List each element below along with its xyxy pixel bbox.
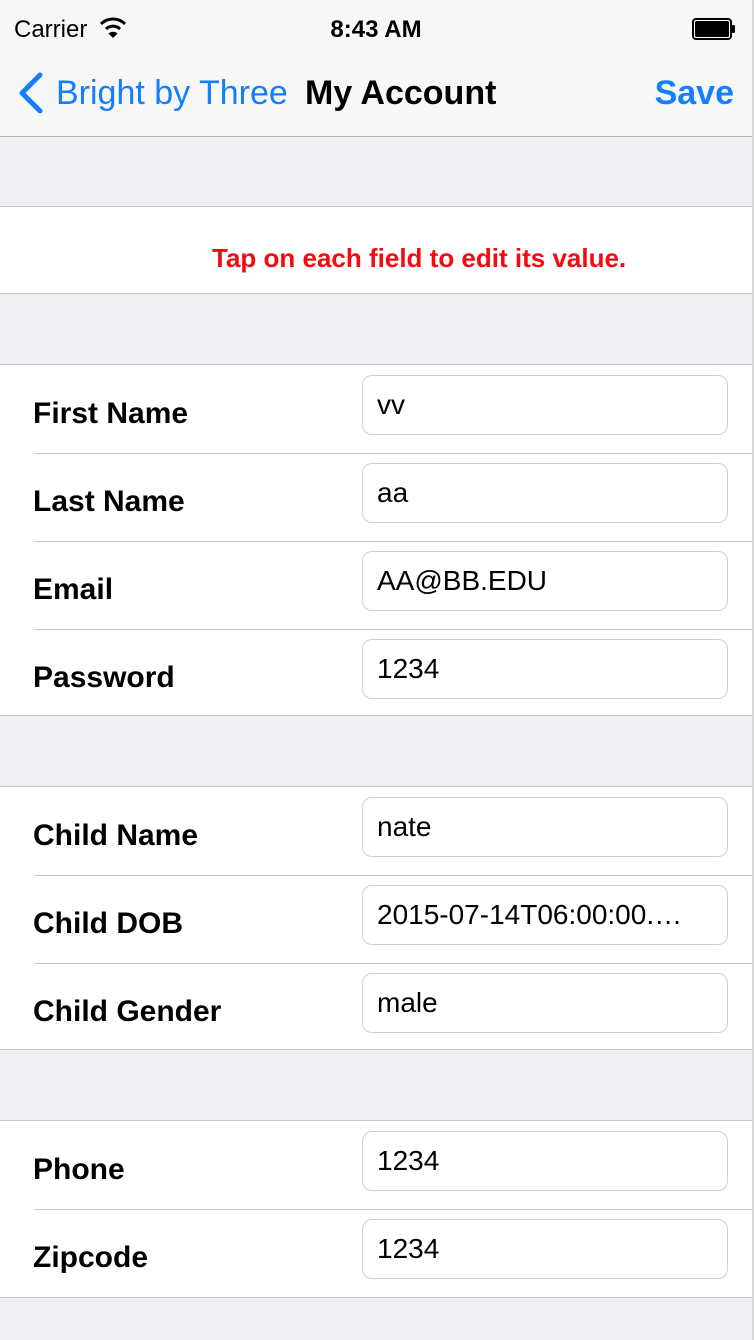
- child-gender-label: Child Gender: [33, 995, 222, 1028]
- edit-instruction-text: Tap on each field to edit its value.: [212, 243, 627, 273]
- battery-icon: [692, 18, 735, 40]
- contact-section: Phone Zipcode: [0, 1120, 752, 1298]
- chevron-left-icon: [19, 72, 43, 114]
- status-bar: Carrier 8:43 AM: [0, 0, 752, 58]
- child-name-label: Child Name: [33, 819, 199, 852]
- child-gender-row: Child Gender: [0, 963, 752, 1051]
- page-title: My Account: [305, 74, 497, 112]
- phone-row: Phone: [0, 1121, 752, 1209]
- child-name-row: Child Name: [0, 787, 752, 875]
- child-dob-row: Child DOB: [0, 875, 752, 963]
- last-name-field[interactable]: [362, 463, 728, 523]
- child-name-field[interactable]: [362, 797, 728, 857]
- password-row: Password: [0, 629, 752, 717]
- email-label: Email: [33, 573, 114, 606]
- first-name-row: First Name: [0, 365, 752, 453]
- navigation-bar: Bright by Three My Account Save: [0, 58, 752, 137]
- child-gender-field[interactable]: [362, 973, 728, 1033]
- notice-section: Tap on each field to edit its value.: [0, 206, 752, 294]
- account-section: First Name Last Name Email Password: [0, 364, 752, 716]
- first-name-field[interactable]: [362, 375, 728, 435]
- child-dob-field[interactable]: [362, 885, 728, 945]
- email-field[interactable]: [362, 551, 728, 611]
- phone-label: Phone: [33, 1153, 125, 1186]
- password-field[interactable]: [362, 639, 728, 699]
- zipcode-field[interactable]: [362, 1219, 728, 1279]
- zipcode-label: Zipcode: [33, 1241, 149, 1274]
- child-dob-label: Child DOB: [33, 907, 183, 940]
- save-button[interactable]: Save: [655, 74, 734, 113]
- screen: Carrier 8:43 AM Bright by Three My Accou…: [0, 0, 754, 1340]
- child-section: Child Name Child DOB Child Gender: [0, 786, 752, 1050]
- email-row: Email: [0, 541, 752, 629]
- last-name-row: Last Name: [0, 453, 752, 541]
- first-name-label: First Name: [33, 397, 189, 430]
- back-button-label: Bright by Three: [56, 73, 288, 112]
- last-name-label: Last Name: [33, 485, 185, 518]
- phone-field[interactable]: [362, 1131, 728, 1191]
- back-button[interactable]: Bright by Three: [16, 70, 288, 116]
- status-time: 8:43 AM: [330, 16, 422, 43]
- zipcode-row: Zipcode: [0, 1209, 752, 1297]
- password-label: Password: [33, 661, 175, 694]
